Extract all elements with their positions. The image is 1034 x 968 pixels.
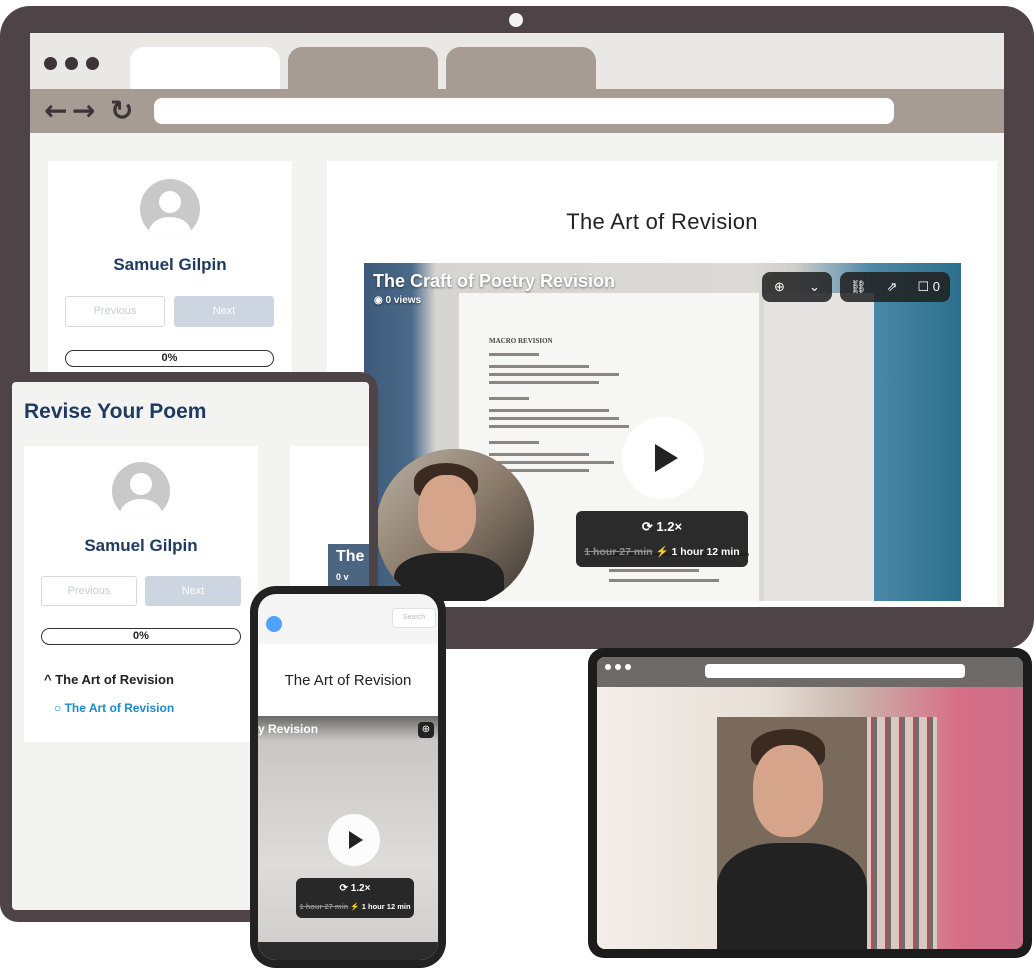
phone-lesson-header: The Art of Revision	[258, 644, 438, 716]
video-sidebar-panel	[764, 293, 874, 601]
original-duration: 1 hour 27 min	[299, 902, 349, 911]
chevron-up-icon: ^	[44, 672, 52, 687]
window-dot-maximize[interactable]	[86, 57, 99, 70]
window-controls	[44, 57, 99, 70]
course-title: Revise Your Poem	[24, 400, 207, 423]
globe-icon: ⊕	[774, 279, 785, 294]
window-dot-close[interactable]	[44, 57, 57, 70]
browser-nav-bar: ← → ↻	[30, 89, 1004, 133]
section-label: The Art of Revision	[55, 672, 174, 687]
chevron-down-icon: ⌄	[809, 279, 820, 294]
globe-icon[interactable]: ⊕	[418, 722, 434, 738]
lesson-link[interactable]: ○ The Art of Revision	[54, 701, 174, 715]
window-dot-minimize[interactable]	[65, 57, 78, 70]
presenter-bubble[interactable]	[376, 449, 534, 601]
new-duration: 1 hour 12 min	[361, 902, 411, 911]
browser-tab-active[interactable]	[130, 47, 280, 89]
video-doc-heading: MACRO REVISION	[489, 337, 553, 345]
reload-icon[interactable]: ↻	[110, 97, 133, 125]
phone-screen: Search The Art of Revision y Revision ⊕ …	[258, 594, 438, 960]
tablet-video-frame[interactable]	[597, 687, 1023, 949]
lesson-link-label: The Art of Revision	[64, 701, 175, 715]
video-title: The Craft of Poetry Revision	[373, 271, 616, 291]
views-count: 0 views	[385, 295, 422, 306]
video-actions: ⛓ ⇗ ☐ 0	[840, 272, 950, 302]
video-views: ◉ 0 views	[374, 295, 421, 306]
phone-dock	[258, 942, 438, 960]
play-button[interactable]	[328, 814, 380, 866]
tablet-right-screen	[597, 657, 1023, 949]
video-player[interactable]: MACRO REVISION The Craft of Poetry Revis…	[364, 263, 961, 601]
phone-video-player[interactable]: y Revision ⊕ ⟳ 1.2× 1 hour 27 min ⚡ 1 ho…	[258, 716, 438, 960]
bolt-icon: ⚡	[655, 546, 669, 558]
forward-arrow-icon[interactable]: →	[72, 97, 95, 125]
address-bar[interactable]	[154, 98, 894, 124]
progress-bar: 0%	[65, 350, 274, 367]
eye-icon: ◉	[374, 295, 383, 306]
speed-value: 1.2×	[656, 519, 683, 534]
tablet-browser-bar	[597, 657, 1023, 687]
previous-button[interactable]: Previous	[65, 296, 165, 327]
instructor-name: Samuel Gilpin	[84, 536, 198, 555]
speed-value: 1.2×	[350, 883, 371, 894]
play-icon	[655, 444, 678, 472]
bolt-icon: ⚡	[350, 902, 360, 911]
original-duration: 1 hour 27 min	[584, 546, 653, 558]
play-button[interactable]	[622, 417, 704, 499]
playback-speed-badge[interactable]: ⟳ 1.2× 1 hour 27 min ⚡ 1 hour 12 min	[576, 511, 748, 567]
share-icon[interactable]: ⇗	[887, 279, 898, 295]
phone-search-input[interactable]: Search	[392, 608, 436, 628]
link-icon[interactable]: ⛓	[850, 279, 867, 295]
avatar	[112, 462, 170, 520]
instructor-name: Samuel Gilpin	[113, 255, 227, 274]
browser-tab-bar	[30, 33, 1004, 89]
views-partial: 0 v	[336, 572, 349, 582]
avatar	[140, 179, 200, 239]
presenter-video	[717, 717, 867, 949]
tablet-address-bar[interactable]	[705, 664, 965, 678]
tablet-device-right	[588, 648, 1032, 958]
comment-count: 0	[932, 279, 940, 294]
browser-tab-3[interactable]	[446, 47, 596, 89]
back-arrow-icon[interactable]: ←	[44, 97, 67, 125]
app-logo	[266, 616, 282, 632]
instructor-card: Samuel Gilpin Previous Next 0%	[48, 161, 292, 401]
playback-speed-badge[interactable]: ⟳ 1.2× 1 hour 27 min ⚡ 1 hour 12 min	[296, 878, 414, 918]
webcam-dot	[509, 13, 523, 27]
next-button[interactable]: Next	[145, 576, 241, 606]
language-selector[interactable]: ⊕ ⌄	[762, 272, 832, 302]
speed-icon: ⟳	[339, 883, 348, 894]
video-title-partial: y Revision	[258, 722, 319, 736]
lesson-title: The Art of Revision	[566, 209, 758, 234]
lesson-panel: The Art of Revision MACRO REVISION The C…	[327, 161, 997, 607]
progress-bar: 0%	[41, 628, 241, 645]
section-header[interactable]: ^ The Art of Revision	[44, 672, 174, 687]
new-duration: 1 hour 12 min	[671, 546, 740, 558]
browser-tab-2[interactable]	[288, 47, 438, 89]
speed-icon: ⟳	[641, 519, 653, 534]
comment-icon[interactable]: ☐ 0	[917, 279, 940, 295]
phone-device: Search The Art of Revision y Revision ⊕ …	[250, 586, 446, 968]
next-button[interactable]: Next	[174, 296, 274, 327]
course-sidebar: Samuel Gilpin Previous Next 0% ^ The Art…	[24, 446, 258, 742]
previous-button[interactable]: Previous	[41, 576, 137, 606]
circle-icon: ○	[54, 701, 62, 715]
play-icon	[349, 831, 363, 849]
video-title-partial: The	[336, 548, 365, 565]
lesson-title: The Art of Revision	[284, 672, 412, 689]
